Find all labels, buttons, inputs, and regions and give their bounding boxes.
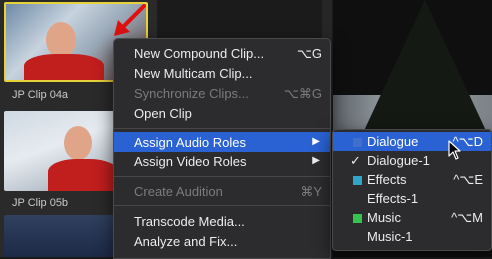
- clip-label-04a: JP Clip 04a: [12, 89, 69, 101]
- shortcut-label: ⌥G: [296, 46, 322, 61]
- submenu-item-effects-1[interactable]: Effects-1: [333, 189, 491, 208]
- menu-item-open-clip[interactable]: Open Clip: [114, 103, 330, 123]
- submenu-item-dialogue-1[interactable]: ✓ Dialogue-1: [333, 151, 491, 170]
- submenu-arrow-icon: ▶: [312, 155, 320, 166]
- menu-item-synchronize-clips: Synchronize Clips... ⌥⌘G: [134, 86, 322, 101]
- role-color-swatch-icon: [353, 176, 362, 185]
- shortcut-label: ⌥⌘G: [283, 86, 322, 101]
- person-head: [64, 126, 92, 160]
- menu-separator: [114, 176, 330, 177]
- menu-item-assign-video-roles[interactable]: Assign Video Roles ▶: [114, 151, 330, 171]
- submenu-item-effects[interactable]: Effects ^⌥E: [333, 170, 491, 189]
- clip-context-menu: New Compound Clip... ⌥G New Multicam Cli…: [113, 38, 331, 259]
- mouse-cursor-icon: [448, 140, 461, 160]
- person-head: [46, 22, 76, 58]
- menu-item-create-audition: Create Audition ⌘Y: [134, 184, 322, 199]
- annotation-arrow-icon: [114, 4, 146, 36]
- submenu-item-music-1[interactable]: Music-1: [333, 227, 491, 246]
- menu-item-analyze-and-fix[interactable]: Analyze and Fix...: [114, 231, 330, 251]
- audio-roles-submenu: Dialogue ^⌥D ✓ Dialogue-1 Effects ^⌥E Ef…: [332, 129, 492, 251]
- submenu-arrow-icon: ▶: [312, 136, 320, 147]
- menu-item-new-multicam-clip[interactable]: New Multicam Clip...: [114, 63, 330, 83]
- shortcut-label: ⌘Y: [300, 184, 322, 199]
- checkmark-icon: ✓: [350, 153, 361, 168]
- clip-label-05b: JP Clip 05b: [12, 197, 69, 209]
- role-color-swatch-icon: [353, 214, 362, 223]
- role-color-swatch-icon: [353, 138, 362, 147]
- menu-item-new-compound-clip[interactable]: New Compound Clip... ⌥G: [114, 43, 330, 63]
- menu-item-transcode-media[interactable]: Transcode Media...: [114, 211, 330, 231]
- submenu-item-music[interactable]: Music ^⌥M: [333, 208, 491, 227]
- menu-item-assign-audio-roles[interactable]: Assign Audio Roles ▶: [114, 132, 330, 152]
- menu-separator: [114, 128, 330, 129]
- shortcut-label: ^⌥M: [451, 210, 483, 225]
- viewer-tree-silhouette: [355, 0, 492, 150]
- menu-separator: [114, 205, 330, 206]
- submenu-item-dialogue[interactable]: Dialogue ^⌥D: [333, 132, 491, 151]
- person-body: [24, 54, 104, 80]
- person-body: [48, 159, 118, 191]
- shortcut-label: ^⌥E: [453, 172, 483, 187]
